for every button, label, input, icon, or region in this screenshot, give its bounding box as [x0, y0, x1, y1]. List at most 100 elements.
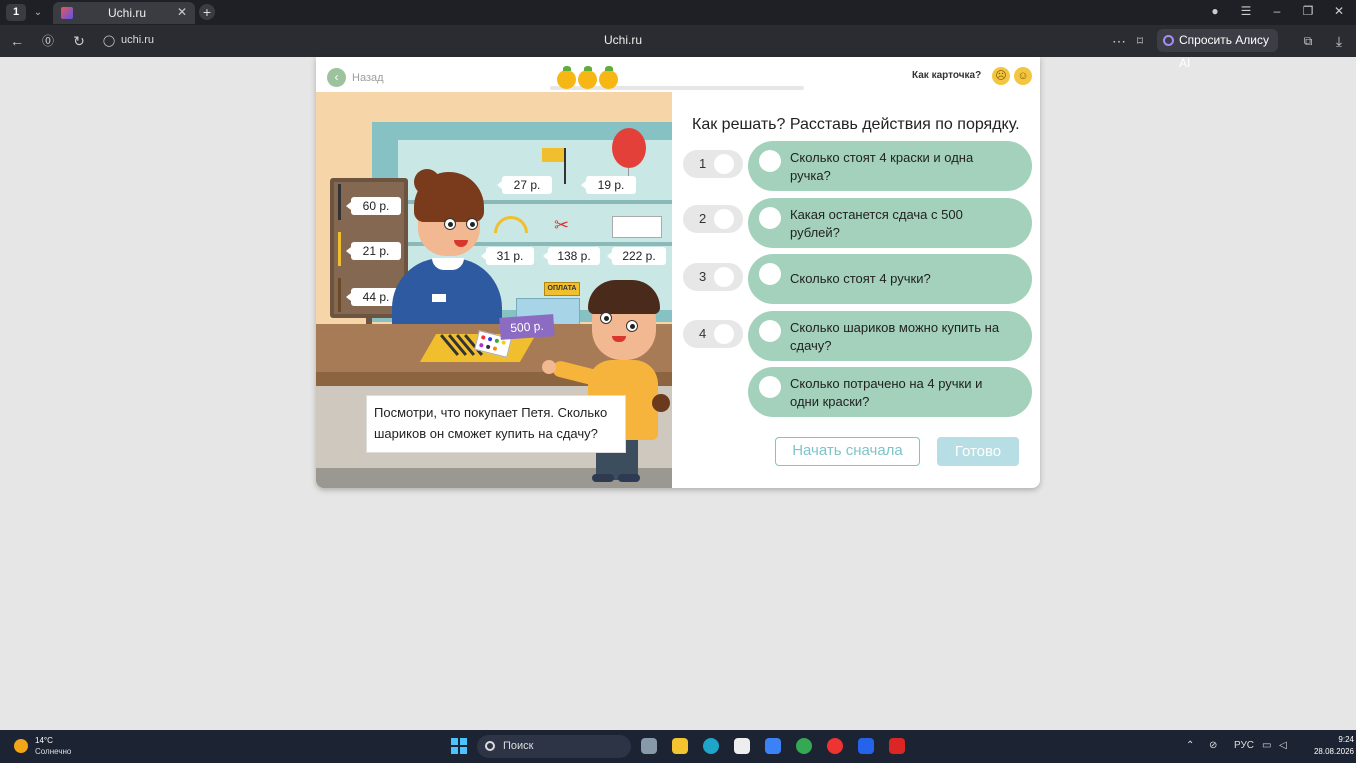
rating-label: Как карточка? [912, 70, 982, 81]
url-field[interactable]: uchi.ru [121, 34, 154, 46]
tab-close-icon[interactable]: ✕ [177, 5, 187, 19]
ask-alisa-button[interactable]: Спросить Алису AI [1157, 29, 1278, 70]
option-card[interactable]: Сколько стоят 4 краски и одна ручка? [748, 141, 1032, 191]
ask-alisa-label: Спросить Алису AI [1179, 33, 1270, 70]
network-icon[interactable]: ⊘ [1209, 740, 1217, 751]
app-icon[interactable] [889, 738, 905, 754]
slot-circle [714, 154, 734, 174]
option-text: Сколько шариков можно купить на сдачу? [790, 320, 1000, 353]
orange-icon [578, 66, 597, 89]
balloon-icon [612, 128, 646, 168]
flag-icon [542, 148, 564, 162]
price-tag: 222 р. [607, 247, 666, 265]
taskbar-search[interactable]: Поиск [477, 735, 631, 758]
mail-icon[interactable] [765, 738, 781, 754]
volume-icon[interactable]: ◁ [1279, 740, 1287, 751]
new-tab-button[interactable]: + [199, 4, 215, 20]
browser-tab-bar: 1 ⌄ Uchi.ru ✕ + ● ☰ – ❐ ✕ [0, 0, 1356, 25]
windows-start-icon[interactable] [451, 738, 467, 754]
price-tag: 60 р. [346, 197, 401, 215]
weather-temperature: 14°C [35, 736, 53, 745]
shoe [592, 474, 614, 482]
task-view-icon[interactable] [641, 738, 657, 754]
chevron-up-icon[interactable]: ⌃ [1186, 740, 1194, 751]
boy-hair [588, 280, 660, 314]
option-text: Сколько стоят 4 краски и одна ручка? [790, 150, 974, 183]
option-card[interactable]: Сколько стоят 4 ручки? [748, 254, 1032, 304]
option-text: Сколько стоят 4 ручки? [790, 271, 931, 286]
option-card[interactable]: Какая останется сдача с 500 рублей? [748, 198, 1032, 248]
bookmark-icon[interactable]: ⌑ [1132, 33, 1148, 49]
option-handle [759, 263, 781, 285]
option-handle [759, 207, 781, 229]
edge-icon[interactable] [703, 738, 719, 754]
pen-icon [338, 184, 341, 220]
task-title: Как решать? Расставь действия по порядку… [692, 116, 1020, 133]
clock-date[interactable]: 28.08.2026 [1302, 747, 1354, 756]
search-icon [485, 741, 495, 751]
app-icon[interactable] [858, 738, 874, 754]
tabs-dropdown-icon[interactable]: ⌄ [31, 5, 45, 20]
price-tag: 27 р. [497, 176, 552, 194]
minimize-icon[interactable]: – [1269, 4, 1285, 18]
orange-icon [599, 66, 618, 89]
answer-slot-4[interactable]: 4 [683, 320, 743, 348]
option-handle [759, 150, 781, 172]
orange-icon [557, 66, 576, 89]
name-badge [432, 294, 446, 302]
slot-number: 4 [699, 326, 707, 341]
lesson-card: ‹ Назад Как карточка? ☹ ☺ ✂ 60 р. 21 р. … [316, 57, 1040, 488]
language-indicator[interactable]: РУС [1234, 740, 1254, 751]
restart-button[interactable]: Начать сначала [775, 437, 920, 466]
display-icon[interactable]: ▭ [1262, 740, 1271, 751]
eye [444, 218, 456, 230]
answer-slot-2[interactable]: 2 [683, 205, 743, 233]
slot-circle [714, 267, 734, 287]
option-text: Какая останется сдача с 500 рублей? [790, 207, 963, 240]
shoe [618, 474, 640, 482]
happy-face-icon[interactable]: ☺ [1014, 67, 1032, 85]
back-arrow-icon[interactable]: ← [9, 33, 25, 49]
sad-face-icon[interactable]: ☹ [992, 67, 1010, 85]
browser-tab[interactable]: Uchi.ru ✕ [53, 2, 195, 24]
profile-icon[interactable]: ● [1207, 4, 1223, 18]
close-window-icon[interactable]: ✕ [1331, 4, 1347, 18]
chrome-icon[interactable] [796, 738, 812, 754]
download-icon[interactable]: ⤓ [1331, 33, 1347, 49]
option-card[interactable]: Сколько шариков можно купить на сдачу? [748, 311, 1032, 361]
menu-icon[interactable]: ☰ [1238, 4, 1254, 18]
boy-hand [542, 360, 556, 374]
restore-icon[interactable]: ❐ [1300, 4, 1316, 18]
clock-time[interactable]: 9:24 [1326, 735, 1354, 744]
answer-slot-3[interactable]: 3 [683, 263, 743, 291]
seller-hair-bun [414, 169, 440, 195]
price-tag: 19 р. [581, 176, 636, 194]
workspace-button[interactable]: 1 [6, 4, 26, 21]
scissors-icon: ✂ [554, 215, 570, 235]
banknote: 500 р. [499, 314, 555, 340]
done-button[interactable]: Готово [937, 437, 1019, 466]
more-icon[interactable]: ⋯ [1111, 33, 1127, 49]
alisa-icon [1163, 35, 1174, 46]
price-tag: 21 р. [346, 242, 401, 260]
slot-circle [714, 209, 734, 229]
answer-slot-1[interactable]: 1 [683, 150, 743, 178]
wallet-icon [652, 394, 670, 412]
store-icon[interactable] [734, 738, 750, 754]
slot-number: 3 [699, 269, 707, 284]
slot-circle [714, 324, 734, 344]
speech-bubble: Посмотри, что покупает Петя. Сколько шар… [366, 395, 626, 453]
reload-icon[interactable]: ↻ [71, 33, 87, 49]
pencil-icon [338, 278, 341, 312]
option-handle [759, 320, 781, 342]
collections-icon[interactable]: ⧉ [1300, 33, 1316, 49]
protect-icon[interactable]: ⓪ [40, 33, 56, 49]
option-card[interactable]: Сколько потрачено на 4 ручки и одни крас… [748, 367, 1032, 417]
back-arrow-icon[interactable]: ‹ [327, 68, 346, 87]
shield-icon: ◯ [102, 35, 116, 47]
file-explorer-icon[interactable] [672, 738, 688, 754]
option-text: Сколько потрачено на 4 ручки и одни крас… [790, 376, 983, 409]
yandex-browser-icon[interactable] [827, 738, 843, 754]
back-label[interactable]: Назад [352, 72, 384, 84]
sun-icon[interactable] [14, 739, 28, 753]
